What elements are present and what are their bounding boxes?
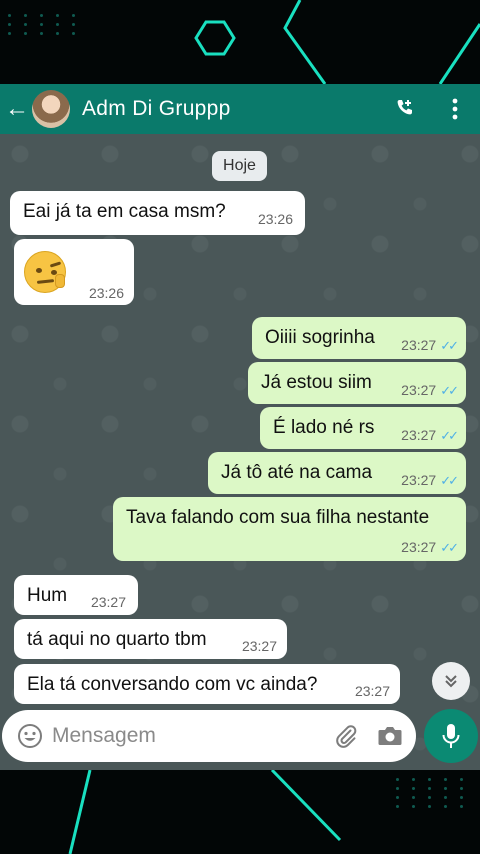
message-text: Tava falando com sua filha nestante: [126, 507, 430, 528]
face-with-raised-eyebrow-icon: [24, 251, 66, 293]
message-meta: 23:27 ✓✓: [401, 539, 459, 556]
message-incoming[interactable]: tá aqui no quarto tbm 23:27: [14, 619, 287, 659]
message-text: Ela tá conversando com vc ainda?: [27, 674, 318, 695]
decorative-dots: [396, 778, 470, 808]
decorative-bottom-band: [0, 770, 480, 854]
message-text: tá aqui no quarto tbm: [27, 629, 207, 650]
more-vertical-icon[interactable]: [430, 84, 480, 134]
message-meta: 23:27 ✓✓: [401, 427, 459, 444]
decorative-lines: [194, 0, 480, 84]
double-check-icon: ✓✓: [440, 338, 459, 353]
message-time: 23:27: [90, 594, 126, 610]
message-time: 23:26: [88, 285, 124, 301]
paperclip-icon[interactable]: [324, 710, 368, 762]
double-check-icon: ✓✓: [440, 428, 459, 443]
message-meta: 23:27 ✓✓: [401, 382, 459, 399]
message-outgoing[interactable]: Oiiii sogrinha 23:27 ✓✓: [252, 317, 466, 359]
message-text: É lado né rs: [273, 417, 375, 438]
add-call-icon[interactable]: [380, 84, 430, 134]
message-time: 23:27: [401, 337, 437, 353]
message-outgoing[interactable]: Já tô até na cama 23:27 ✓✓: [208, 452, 466, 494]
emoji-icon[interactable]: [8, 710, 52, 762]
arrow-left-icon[interactable]: ←: [2, 95, 32, 123]
chat-area[interactable]: Hoje Eai já ta em casa msm? 23:26 23:26 …: [0, 134, 480, 770]
message-text: Eai já ta em casa msm?: [23, 201, 226, 222]
message-time: 23:26: [257, 211, 293, 227]
message-meta: 23:27 ✓✓: [401, 337, 459, 354]
message-text: Oiiii sogrinha: [265, 327, 375, 348]
date-divider: Hoje: [212, 151, 267, 181]
camera-icon[interactable]: [368, 710, 412, 762]
message-meta: 23:27 ✓✓: [401, 472, 459, 489]
decorative-top-band: [0, 0, 480, 84]
microphone-icon[interactable]: [424, 709, 478, 763]
message-incoming-emoji[interactable]: 23:26: [14, 239, 134, 305]
message-time: 23:27: [401, 539, 437, 555]
message-time: 23:27: [401, 472, 437, 488]
message-incoming[interactable]: Ela tá conversando com vc ainda? 23:27: [14, 664, 400, 704]
chat-header: ← Adm Di Gruppp: [0, 84, 480, 134]
message-input[interactable]: [52, 724, 324, 748]
message-outgoing[interactable]: Tava falando com sua filha nestante 23:2…: [113, 497, 466, 561]
message-incoming[interactable]: Eai já ta em casa msm? 23:26: [10, 191, 305, 235]
message-outgoing[interactable]: Já estou siim 23:27 ✓✓: [248, 362, 466, 404]
message-time: 23:27: [354, 683, 390, 699]
message-text: Hum: [27, 585, 68, 606]
message-time: 23:27: [401, 427, 437, 443]
message-outgoing[interactable]: É lado né rs 23:27 ✓✓: [260, 407, 466, 449]
double-check-icon: ✓✓: [440, 473, 459, 488]
message-incoming[interactable]: Hum 23:27: [14, 575, 138, 615]
message-time: 23:27: [401, 382, 437, 398]
message-time: 23:27: [241, 638, 277, 654]
avatar[interactable]: [32, 90, 70, 128]
contact-name[interactable]: Adm Di Gruppp: [82, 97, 380, 121]
double-chevron-down-icon[interactable]: [432, 662, 470, 700]
message-text: Já tô até na cama: [221, 462, 373, 483]
message-composer: [2, 710, 416, 762]
double-check-icon: ✓✓: [440, 540, 459, 555]
message-text: Já estou siim: [261, 372, 372, 393]
double-check-icon: ✓✓: [440, 383, 459, 398]
